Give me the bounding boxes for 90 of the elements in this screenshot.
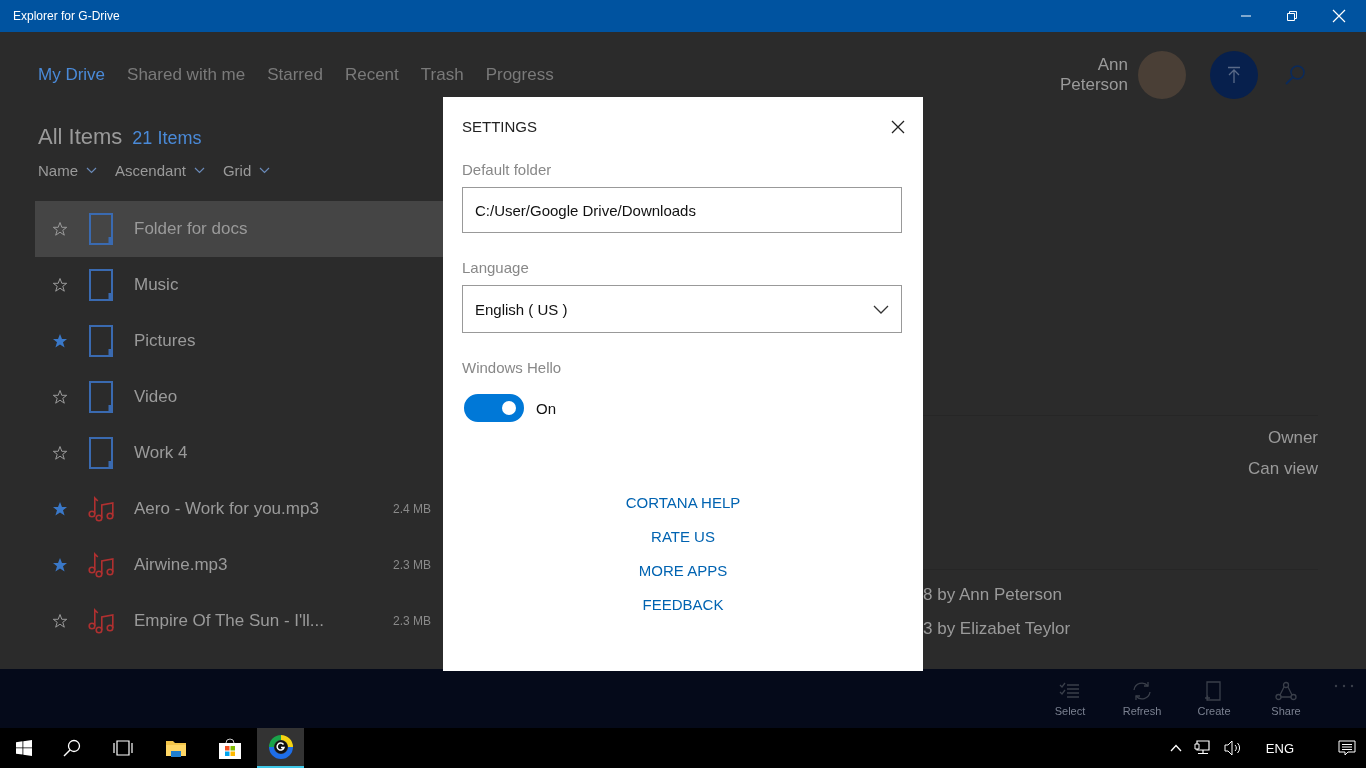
language-dropdown[interactable]: English ( US ) <box>462 285 902 333</box>
permission-label: Owner <box>1267 428 1318 448</box>
link[interactable]: FEEDBACK <box>642 596 724 613</box>
star-filled-icon[interactable] <box>52 333 68 349</box>
file-name: Video <box>134 387 178 407</box>
command-button[interactable]: Select <box>1034 680 1106 717</box>
upload-icon <box>1226 66 1242 84</box>
star-outline-icon[interactable] <box>52 445 68 461</box>
folder-icon <box>88 381 116 413</box>
file-name: Music <box>134 275 179 295</box>
sort-dropdown[interactable]: Grid <box>222 162 271 179</box>
share-icon <box>1275 680 1297 701</box>
star-outline-icon[interactable] <box>52 389 68 405</box>
link[interactable]: MORE APPS <box>638 562 728 579</box>
task-view-icon[interactable] <box>112 740 134 756</box>
search-icon[interactable] <box>63 739 81 757</box>
file-row[interactable]: Empire Of The Sun - I'll... 2.3 MB <box>35 593 443 649</box>
music-note-icon <box>88 607 116 635</box>
file-row[interactable]: Work 4 <box>35 425 443 481</box>
app-taskbar-button[interactable] <box>257 728 304 768</box>
file-row[interactable]: Folder for docs <box>35 201 443 257</box>
file-name: Aero - Work for you.mp3 <box>134 499 319 519</box>
file-size: 2.3 MB <box>393 614 431 628</box>
sort-dropdown[interactable]: Ascendant <box>115 162 205 179</box>
nav-tab[interactable]: Shared with me <box>127 65 246 85</box>
file-size: 2.4 MB <box>393 502 431 516</box>
star-outline-icon[interactable] <box>52 613 68 629</box>
folder-icon <box>88 269 116 301</box>
file-row[interactable]: Video <box>35 369 443 425</box>
link[interactable]: RATE US <box>651 528 715 545</box>
ring-logo-icon <box>266 733 295 761</box>
command-button[interactable]: Create <box>1178 680 1250 717</box>
nav-tab[interactable]: My Drive <box>38 65 106 85</box>
link[interactable]: CORTANA HELP <box>625 494 741 511</box>
folder-icon[interactable] <box>165 739 187 757</box>
file-row[interactable]: Pictures <box>35 313 443 369</box>
music-note-icon <box>88 551 116 579</box>
user-name: Ann Peterson <box>1058 55 1128 95</box>
file-row[interactable]: Airwine.mp3 2.3 MB <box>35 537 443 593</box>
select-icon <box>1059 680 1081 701</box>
window-title: Explorer for G-Drive <box>13 9 120 23</box>
folder-icon <box>88 325 116 357</box>
store-bag-icon[interactable] <box>218 737 242 759</box>
activity-text: 3 by Elizabet Teylor <box>923 619 1072 639</box>
close-icon[interactable] <box>891 119 905 134</box>
chevron-down-icon <box>86 167 97 174</box>
volume-icon[interactable] <box>1223 740 1242 756</box>
list-title: All Items <box>38 124 123 150</box>
command-button[interactable]: Share <box>1250 680 1322 717</box>
file-name: Pictures <box>134 331 196 351</box>
field-label: Default folder <box>462 161 553 178</box>
file-size: 2.3 MB <box>393 558 431 572</box>
refresh-icon <box>1131 680 1153 701</box>
nav-tab[interactable]: Starred <box>267 65 323 85</box>
chevron-down-icon <box>259 167 271 174</box>
folder-icon <box>88 437 116 469</box>
command-button[interactable]: Refresh <box>1106 680 1178 717</box>
file-name: Airwine.mp3 <box>134 555 228 575</box>
sort-dropdown[interactable]: Name <box>38 162 97 179</box>
folder-icon <box>88 213 116 245</box>
notification-icon[interactable] <box>1338 740 1356 756</box>
chevron-down-icon <box>193 167 205 174</box>
file-row[interactable]: Music <box>35 257 443 313</box>
permission-label: Can view <box>1248 459 1318 479</box>
nav-tab[interactable]: Recent <box>344 65 399 85</box>
field-label: Language <box>462 259 530 276</box>
star-outline-icon[interactable] <box>52 277 68 293</box>
windows-start-icon[interactable] <box>16 740 32 756</box>
music-note-icon <box>88 495 116 523</box>
file-row[interactable]: Aero - Work for you.mp3 2.4 MB <box>35 481 443 537</box>
folder-input-field[interactable]: C:/User/Google Drive/Downloads <box>462 187 902 233</box>
chevron-down-icon <box>873 304 889 314</box>
toggle-switch[interactable] <box>464 394 524 422</box>
dialog-title: SETTINGS <box>462 118 537 135</box>
toggle-state-label: On <box>536 399 556 417</box>
nav-tab[interactable]: Progress <box>485 65 554 85</box>
file-name: Empire Of The Sun - I'll... <box>134 611 324 631</box>
item-count: 21 Items <box>132 128 202 149</box>
star-filled-icon[interactable] <box>52 501 68 517</box>
language-indicator[interactable]: ENG <box>1265 740 1294 756</box>
activity-text: 8 by Ann Peterson <box>923 585 1063 605</box>
file-name: Work 4 <box>134 443 188 463</box>
star-outline-icon[interactable] <box>52 221 68 237</box>
star-filled-icon[interactable] <box>52 557 68 573</box>
restore-icon[interactable] <box>1286 10 1298 22</box>
field-label: Windows Hello <box>462 359 563 376</box>
nav-tab[interactable]: Trash <box>420 65 464 85</box>
file-name: Folder for docs <box>134 219 248 239</box>
network-icon[interactable] <box>1193 740 1212 756</box>
chevron-up-icon[interactable] <box>1169 744 1182 752</box>
